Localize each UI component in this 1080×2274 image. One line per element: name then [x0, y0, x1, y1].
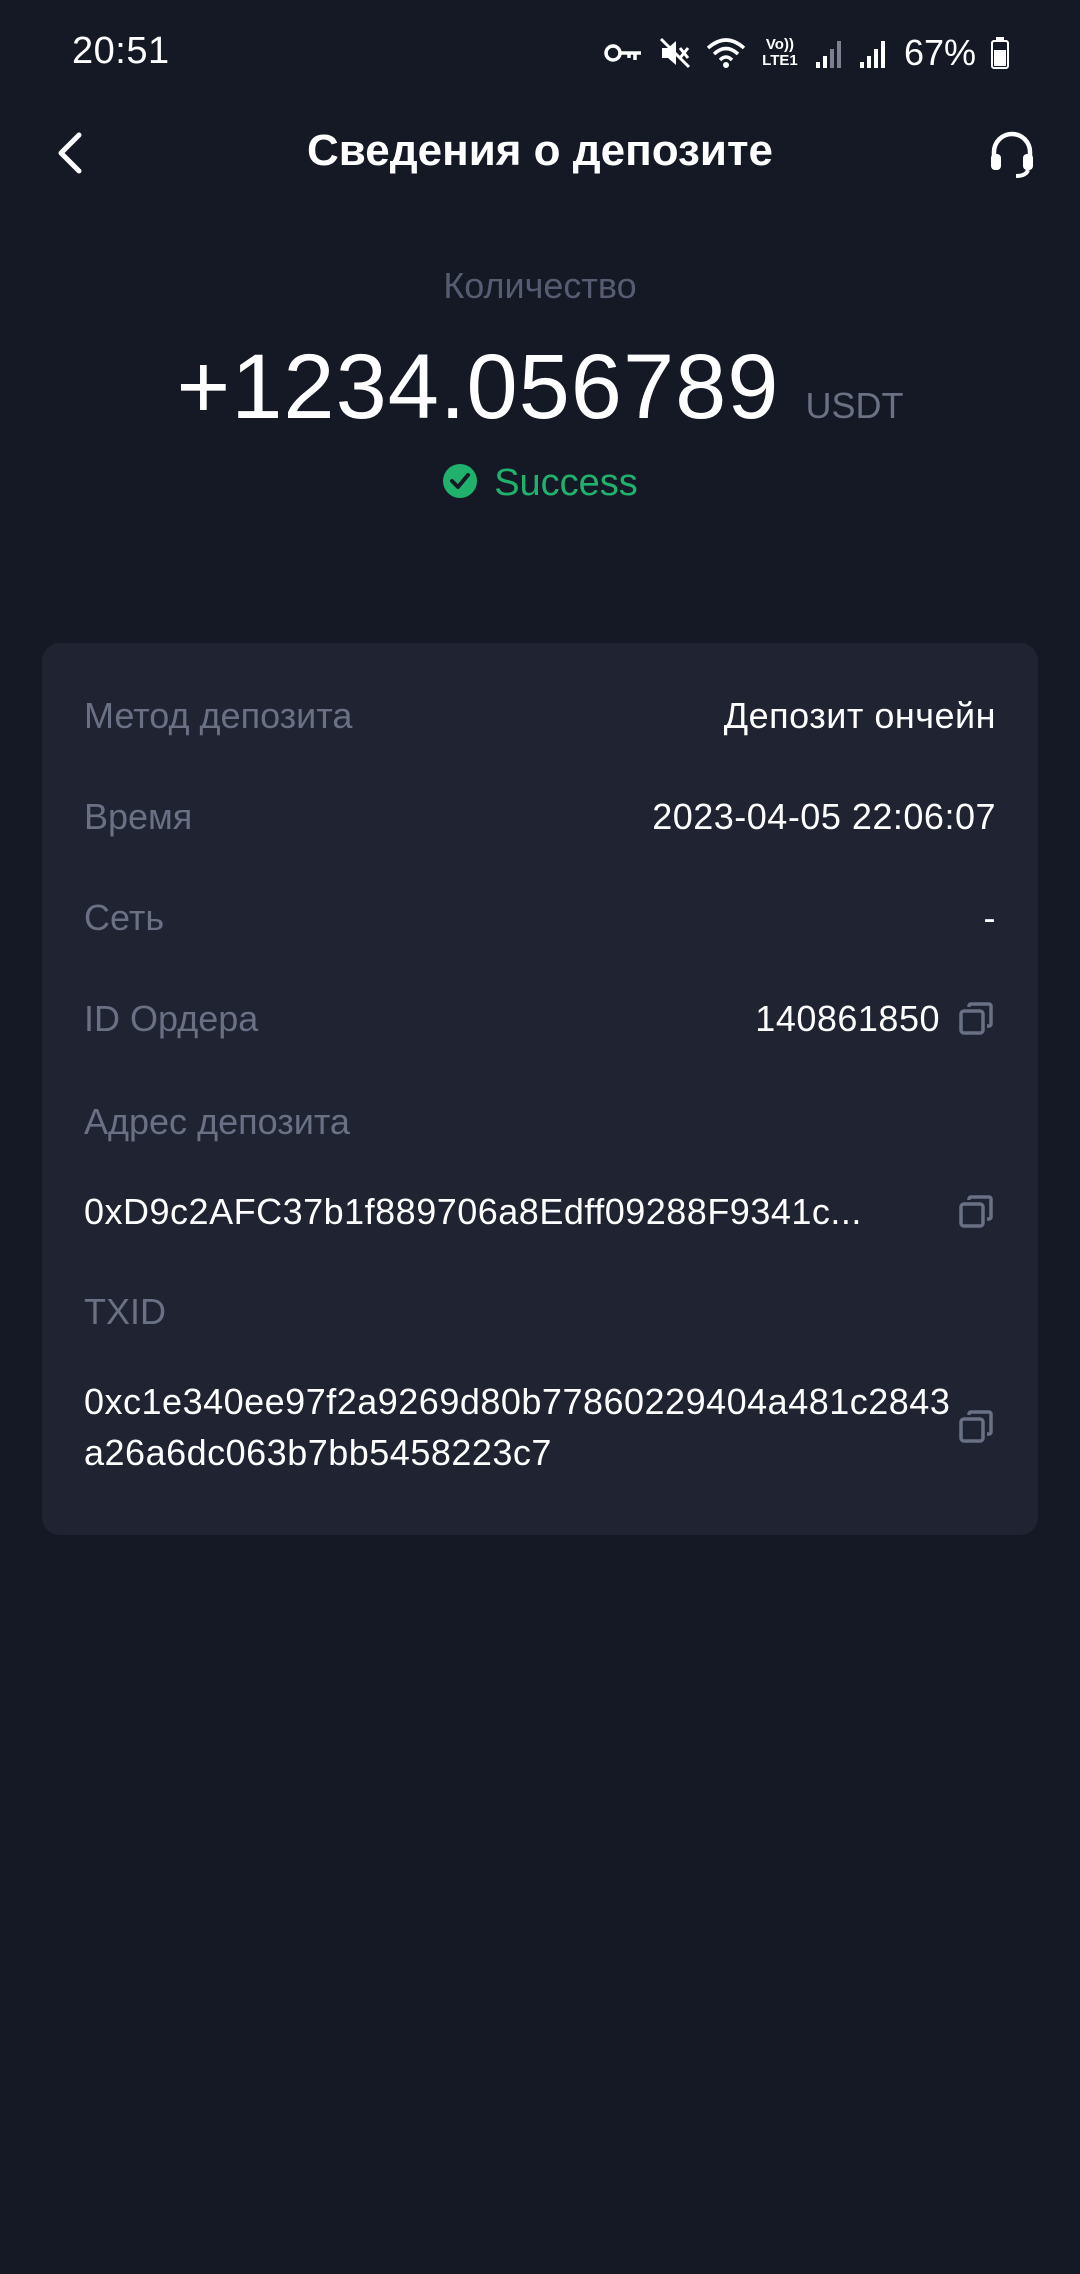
txid-row: 0xc1e340ee97f2a9269d80b77860229404a481c2…: [84, 1376, 996, 1478]
status-time: 20:51: [72, 30, 170, 72]
order-id-label: ID Ордера: [84, 998, 259, 1039]
deposit-summary: Количество +1234.056789 USDT Success: [0, 265, 1080, 505]
status-bar: 20:51 Vo)) LTE1 67%: [0, 0, 1080, 110]
deposit-address-row: 0xD9c2AFC37b1f889706a8Edff09288F9341c...: [84, 1186, 996, 1237]
method-row: Метод депозита Депозит ончейн: [84, 695, 996, 737]
copy-txid-icon[interactable]: [956, 1407, 996, 1447]
network-value: -: [983, 897, 996, 938]
app-header: Сведения о депозите: [0, 110, 1080, 200]
wifi-icon: [706, 36, 746, 70]
order-id-value-group: 140861850: [755, 998, 996, 1040]
support-button[interactable]: [980, 124, 1044, 188]
time-label: Время: [84, 796, 193, 837]
txid-value: 0xc1e340ee97f2a9269d80b77860229404a481c2…: [84, 1381, 951, 1473]
page-title: Сведения о депозите: [307, 126, 773, 175]
time-value: 2023-04-05 22:06:07: [652, 796, 996, 837]
status-text: Success: [494, 462, 638, 504]
deposit-address-label: Адрес депозита: [84, 1101, 350, 1142]
signal-icon-2: [858, 36, 888, 70]
amount-row: +1234.056789 USDT: [0, 335, 1080, 440]
status-icons: Vo)) LTE1 67%: [604, 28, 1010, 78]
mute-icon: [658, 36, 692, 70]
status-badge: Success: [0, 462, 1080, 505]
method-label: Метод депозита: [84, 695, 353, 736]
amount-value: +1234.056789: [176, 336, 780, 438]
time-row: Время 2023-04-05 22:06:07: [84, 796, 996, 838]
signal-icon-1: [814, 36, 844, 70]
network-row: Сеть -: [84, 897, 996, 939]
battery-icon: [990, 36, 1010, 70]
battery-percentage: 67%: [903, 32, 976, 73]
check-circle-icon: [442, 463, 478, 504]
headset-icon: [986, 128, 1038, 185]
details-card: Метод депозита Депозит ончейн Время 2023…: [42, 643, 1038, 1535]
deposit-address-value: 0xD9c2AFC37b1f889706a8Edff09288F9341c...: [84, 1191, 862, 1232]
copy-address-icon[interactable]: [956, 1192, 996, 1232]
order-id-row: ID Ордера 140861850: [84, 998, 996, 1040]
amount-label: Количество: [443, 265, 637, 306]
volte-lte-indicator: Vo)) LTE1: [762, 36, 798, 69]
copy-order-id-icon[interactable]: [956, 999, 996, 1039]
vpn-key-icon: [604, 41, 644, 65]
network-label: Сеть: [84, 897, 165, 938]
amount-currency: USDT: [805, 385, 904, 426]
order-id-value: 140861850: [755, 998, 940, 1039]
method-value: Депозит ончейн: [723, 695, 996, 736]
txid-label: TXID: [84, 1291, 167, 1332]
